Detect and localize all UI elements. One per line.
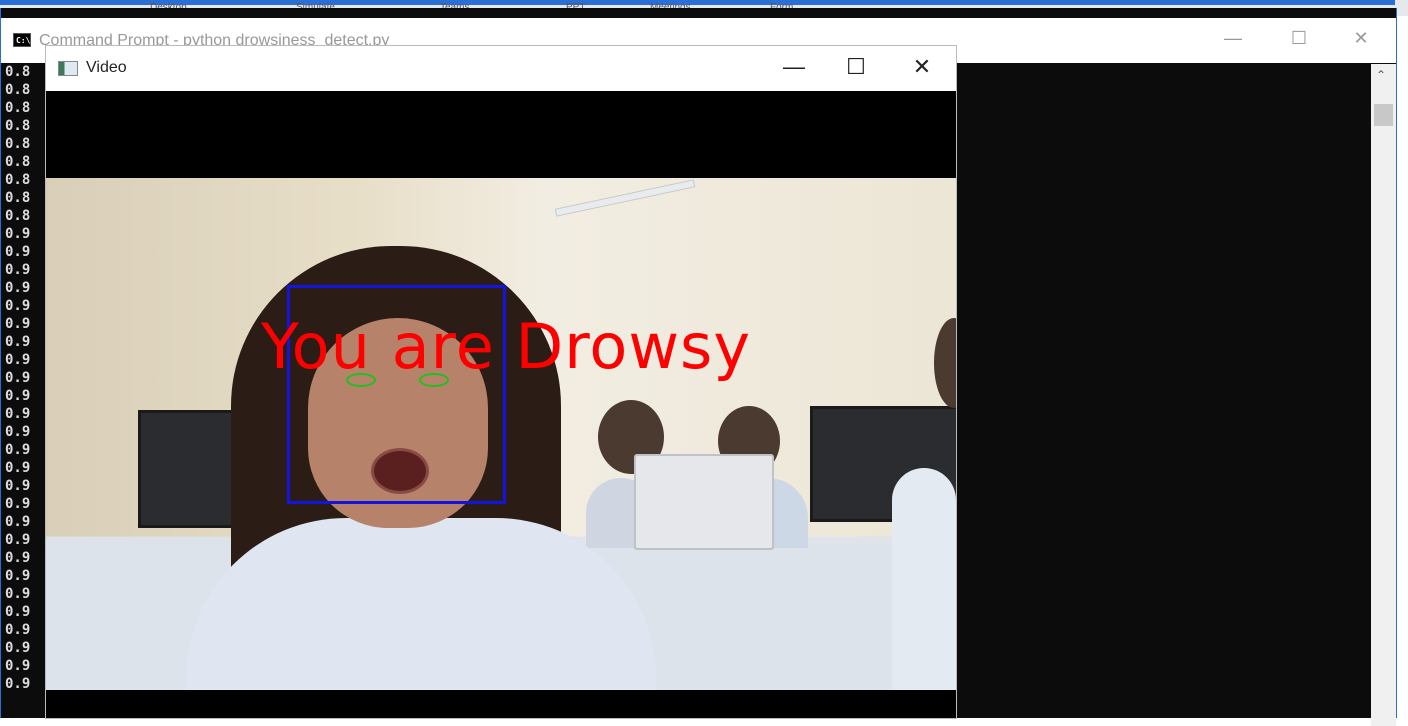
background-person-head xyxy=(934,318,956,408)
background-person xyxy=(892,468,956,690)
close-button[interactable]: ✕ xyxy=(900,54,944,80)
console-line: 0.9 xyxy=(5,424,31,440)
scrollbar-thumb[interactable] xyxy=(1374,104,1393,126)
console-line: 0.8 xyxy=(5,118,31,134)
letterbox-bottom xyxy=(46,690,956,718)
scroll-up-arrow-icon[interactable]: ⌃ xyxy=(1376,68,1386,82)
console-line: 0.9 xyxy=(5,406,31,422)
console-line: 0.9 xyxy=(5,550,31,566)
console-line: 0.8 xyxy=(5,64,31,80)
console-line: 0.9 xyxy=(5,352,31,368)
console-line: 0.9 xyxy=(5,298,31,314)
console-line: 0.8 xyxy=(5,190,31,206)
webcam-frame: You are Drowsy xyxy=(46,178,956,690)
console-line: 0.9 xyxy=(5,586,31,602)
console-line: 0.9 xyxy=(5,568,31,584)
console-output: 0.8 0.8 0.8 0.8 0.8 0.8 0.8 0.8 0.8 0.9 … xyxy=(5,63,51,693)
background-accent-bar xyxy=(0,0,1395,5)
minimize-button[interactable]: — xyxy=(772,54,816,80)
console-line: 0.9 xyxy=(5,442,31,458)
video-titlebar[interactable]: Video — ☐ ✕ xyxy=(46,46,956,91)
console-line: 0.9 xyxy=(5,514,31,530)
console-line: 0.9 xyxy=(5,496,31,512)
console-line: 0.8 xyxy=(5,154,31,170)
console-line: 0.8 xyxy=(5,172,31,188)
vertical-scrollbar[interactable]: ⌃ xyxy=(1371,64,1396,726)
close-button[interactable]: ✕ xyxy=(1341,28,1381,49)
console-line: 0.9 xyxy=(5,478,31,494)
console-line: 0.9 xyxy=(5,622,31,638)
video-window-title: Video xyxy=(86,59,127,76)
console-line: 0.9 xyxy=(5,226,31,242)
console-line: 0.9 xyxy=(5,676,31,692)
console-line: 0.8 xyxy=(5,136,31,152)
maximize-button[interactable]: ☐ xyxy=(1279,28,1319,49)
console-line: 0.9 xyxy=(5,388,31,404)
letterbox-top xyxy=(46,91,956,178)
maximize-button[interactable]: ☐ xyxy=(834,54,878,80)
console-line: 0.9 xyxy=(5,460,31,476)
video-window[interactable]: Video — ☐ ✕ You are Drowsy xyxy=(46,46,956,718)
console-line: 0.9 xyxy=(5,640,31,656)
drowsiness-alert-text: You are Drowsy xyxy=(261,310,752,383)
console-line: 0.8 xyxy=(5,82,31,98)
console-line: 0.9 xyxy=(5,334,31,350)
console-line: 0.9 xyxy=(5,244,31,260)
console-line: 0.8 xyxy=(5,208,31,224)
video-app-icon xyxy=(58,61,78,76)
console-line: 0.8 xyxy=(5,100,31,116)
console-line: 0.9 xyxy=(5,604,31,620)
console-line: 0.9 xyxy=(5,280,31,296)
console-line: 0.9 xyxy=(5,370,31,386)
console-line: 0.9 xyxy=(5,532,31,548)
minimize-button[interactable]: — xyxy=(1213,28,1253,49)
console-line: 0.9 xyxy=(5,262,31,278)
cmd-icon: C:\ xyxy=(13,33,31,47)
ceiling-light xyxy=(554,179,696,217)
laptop xyxy=(634,454,774,550)
console-line: 0.9 xyxy=(5,316,31,332)
console-line: 0.9 xyxy=(5,658,31,674)
